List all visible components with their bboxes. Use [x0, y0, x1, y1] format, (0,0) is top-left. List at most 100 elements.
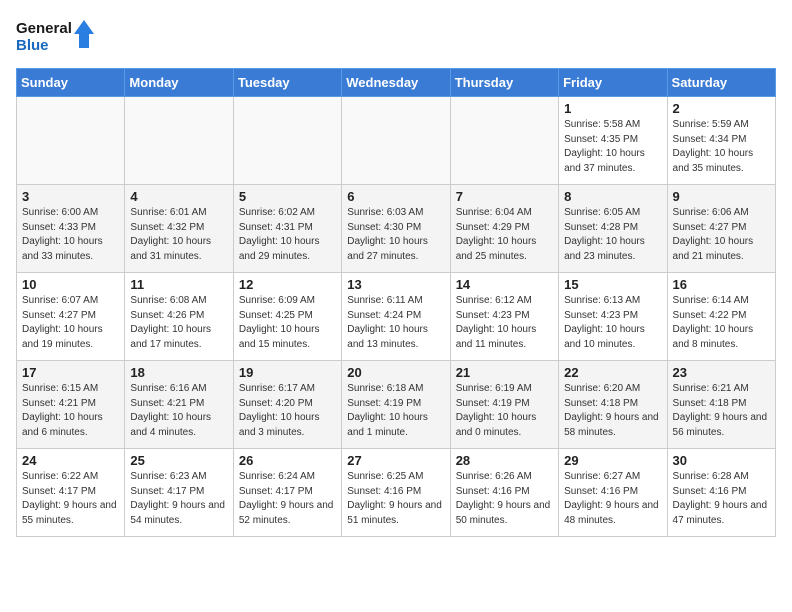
day-info: Sunrise: 6:02 AM Sunset: 4:31 PM Dayligh… [239, 206, 336, 264]
day-number: 27 [347, 453, 444, 468]
day-info: Sunrise: 6:17 AM Sunset: 4:20 PM Dayligh… [239, 382, 336, 440]
day-number: 12 [239, 277, 336, 292]
col-header-thursday: Thursday [450, 69, 558, 97]
col-header-wednesday: Wednesday [342, 69, 450, 97]
day-info: Sunrise: 6:12 AM Sunset: 4:23 PM Dayligh… [456, 294, 553, 352]
day-number: 25 [130, 453, 227, 468]
week-row-4: 24 Sunrise: 6:22 AM Sunset: 4:17 PM Dayli… [17, 449, 776, 537]
day-number: 7 [456, 189, 553, 204]
calendar-cell: 30 Sunrise: 6:28 AM Sunset: 4:16 PM Dayli… [667, 449, 775, 537]
day-number: 11 [130, 277, 227, 292]
day-number: 20 [347, 365, 444, 380]
day-info: Sunrise: 6:16 AM Sunset: 4:21 PM Dayligh… [130, 382, 227, 440]
calendar-header-row: SundayMondayTuesdayWednesdayThursdayFrid… [17, 69, 776, 97]
calendar-cell: 27 Sunrise: 6:25 AM Sunset: 4:16 PM Dayli… [342, 449, 450, 537]
calendar-cell: 6 Sunrise: 6:03 AM Sunset: 4:30 PM Daylig… [342, 185, 450, 273]
calendar-cell: 10 Sunrise: 6:07 AM Sunset: 4:27 PM Dayli… [17, 273, 125, 361]
day-number: 2 [673, 101, 770, 116]
day-info: Sunrise: 6:01 AM Sunset: 4:32 PM Dayligh… [130, 206, 227, 264]
day-number: 14 [456, 277, 553, 292]
day-info: Sunrise: 6:22 AM Sunset: 4:17 PM Dayligh… [22, 470, 119, 528]
day-number: 8 [564, 189, 661, 204]
day-info: Sunrise: 6:25 AM Sunset: 4:16 PM Dayligh… [347, 470, 444, 528]
day-info: Sunrise: 6:07 AM Sunset: 4:27 PM Dayligh… [22, 294, 119, 352]
day-number: 1 [564, 101, 661, 116]
day-info: Sunrise: 6:18 AM Sunset: 4:19 PM Dayligh… [347, 382, 444, 440]
day-info: Sunrise: 6:05 AM Sunset: 4:28 PM Dayligh… [564, 206, 661, 264]
day-info: Sunrise: 6:23 AM Sunset: 4:17 PM Dayligh… [130, 470, 227, 528]
calendar-cell [17, 97, 125, 185]
week-row-1: 3Sunrise: 6:00 AM Sunset: 4:33 PM Daylig… [17, 185, 776, 273]
day-number: 29 [564, 453, 661, 468]
calendar-cell: 22 Sunrise: 6:20 AM Sunset: 4:18 PM Dayli… [559, 361, 667, 449]
col-header-tuesday: Tuesday [233, 69, 341, 97]
day-number: 22 [564, 365, 661, 380]
day-info: Sunrise: 6:20 AM Sunset: 4:18 PM Dayligh… [564, 382, 661, 440]
week-row-2: 10 Sunrise: 6:07 AM Sunset: 4:27 PM Dayli… [17, 273, 776, 361]
calendar-cell: 9 Sunrise: 6:06 AM Sunset: 4:27 PM Daylig… [667, 185, 775, 273]
calendar-cell: 25 Sunrise: 6:23 AM Sunset: 4:17 PM Dayli… [125, 449, 233, 537]
calendar-cell: 13 Sunrise: 6:11 AM Sunset: 4:24 PM Dayli… [342, 273, 450, 361]
day-info: Sunrise: 6:09 AM Sunset: 4:25 PM Dayligh… [239, 294, 336, 352]
day-number: 30 [673, 453, 770, 468]
week-row-3: 17 Sunrise: 6:15 AM Sunset: 4:21 PM Dayli… [17, 361, 776, 449]
day-number: 17 [22, 365, 119, 380]
day-info: Sunrise: 6:21 AM Sunset: 4:18 PM Dayligh… [673, 382, 770, 440]
day-info: Sunrise: 6:13 AM Sunset: 4:23 PM Dayligh… [564, 294, 661, 352]
calendar-cell [450, 97, 558, 185]
day-number: 23 [673, 365, 770, 380]
day-number: 6 [347, 189, 444, 204]
day-info: Sunrise: 6:28 AM Sunset: 4:16 PM Dayligh… [673, 470, 770, 528]
calendar-cell: 28 Sunrise: 6:26 AM Sunset: 4:16 PM Dayli… [450, 449, 558, 537]
calendar-cell: 8 Sunrise: 6:05 AM Sunset: 4:28 PM Daylig… [559, 185, 667, 273]
day-info: Sunrise: 6:11 AM Sunset: 4:24 PM Dayligh… [347, 294, 444, 352]
col-header-sunday: Sunday [17, 69, 125, 97]
calendar: SundayMondayTuesdayWednesdayThursdayFrid… [16, 68, 776, 537]
day-number: 21 [456, 365, 553, 380]
calendar-cell: 15 Sunrise: 6:13 AM Sunset: 4:23 PM Dayli… [559, 273, 667, 361]
calendar-cell: 26 Sunrise: 6:24 AM Sunset: 4:17 PM Dayli… [233, 449, 341, 537]
day-number: 4 [130, 189, 227, 204]
day-info: Sunrise: 6:03 AM Sunset: 4:30 PM Dayligh… [347, 206, 444, 264]
svg-text:General: General [16, 20, 72, 37]
day-info: Sunrise: 6:15 AM Sunset: 4:21 PM Dayligh… [22, 382, 119, 440]
calendar-cell: 24 Sunrise: 6:22 AM Sunset: 4:17 PM Dayli… [17, 449, 125, 537]
day-number: 18 [130, 365, 227, 380]
day-number: 9 [673, 189, 770, 204]
calendar-cell: 14 Sunrise: 6:12 AM Sunset: 4:23 PM Dayli… [450, 273, 558, 361]
calendar-cell: 19 Sunrise: 6:17 AM Sunset: 4:20 PM Dayli… [233, 361, 341, 449]
day-info: Sunrise: 5:59 AM Sunset: 4:34 PM Dayligh… [673, 118, 770, 176]
day-info: Sunrise: 6:27 AM Sunset: 4:16 PM Dayligh… [564, 470, 661, 528]
day-info: Sunrise: 6:24 AM Sunset: 4:17 PM Dayligh… [239, 470, 336, 528]
day-number: 10 [22, 277, 119, 292]
week-row-0: 1 Sunrise: 5:58 AM Sunset: 4:35 PM Daylig… [17, 97, 776, 185]
day-info: Sunrise: 6:26 AM Sunset: 4:16 PM Dayligh… [456, 470, 553, 528]
calendar-cell: 21Sunrise: 6:19 AM Sunset: 4:19 PM Dayli… [450, 361, 558, 449]
day-info: Sunrise: 6:08 AM Sunset: 4:26 PM Dayligh… [130, 294, 227, 352]
day-number: 24 [22, 453, 119, 468]
day-number: 26 [239, 453, 336, 468]
logo: GeneralBlue [16, 16, 96, 56]
calendar-cell: 17 Sunrise: 6:15 AM Sunset: 4:21 PM Dayli… [17, 361, 125, 449]
col-header-friday: Friday [559, 69, 667, 97]
calendar-cell: 11 Sunrise: 6:08 AM Sunset: 4:26 PM Dayli… [125, 273, 233, 361]
day-info: Sunrise: 6:00 AM Sunset: 4:33 PM Dayligh… [22, 206, 119, 264]
day-info: Sunrise: 6:06 AM Sunset: 4:27 PM Dayligh… [673, 206, 770, 264]
logo-icon: GeneralBlue [16, 16, 96, 56]
day-info: Sunrise: 6:14 AM Sunset: 4:22 PM Dayligh… [673, 294, 770, 352]
calendar-cell [342, 97, 450, 185]
svg-text:Blue: Blue [16, 37, 49, 54]
header: GeneralBlue [16, 16, 776, 56]
calendar-cell [125, 97, 233, 185]
day-number: 5 [239, 189, 336, 204]
calendar-cell: 2 Sunrise: 5:59 AM Sunset: 4:34 PM Daylig… [667, 97, 775, 185]
day-number: 13 [347, 277, 444, 292]
day-number: 28 [456, 453, 553, 468]
calendar-cell: 7Sunrise: 6:04 AM Sunset: 4:29 PM Daylig… [450, 185, 558, 273]
calendar-cell: 18 Sunrise: 6:16 AM Sunset: 4:21 PM Dayli… [125, 361, 233, 449]
day-number: 15 [564, 277, 661, 292]
day-number: 19 [239, 365, 336, 380]
calendar-cell: 4 Sunrise: 6:01 AM Sunset: 4:32 PM Daylig… [125, 185, 233, 273]
day-info: Sunrise: 5:58 AM Sunset: 4:35 PM Dayligh… [564, 118, 661, 176]
calendar-cell: 12 Sunrise: 6:09 AM Sunset: 4:25 PM Dayli… [233, 273, 341, 361]
